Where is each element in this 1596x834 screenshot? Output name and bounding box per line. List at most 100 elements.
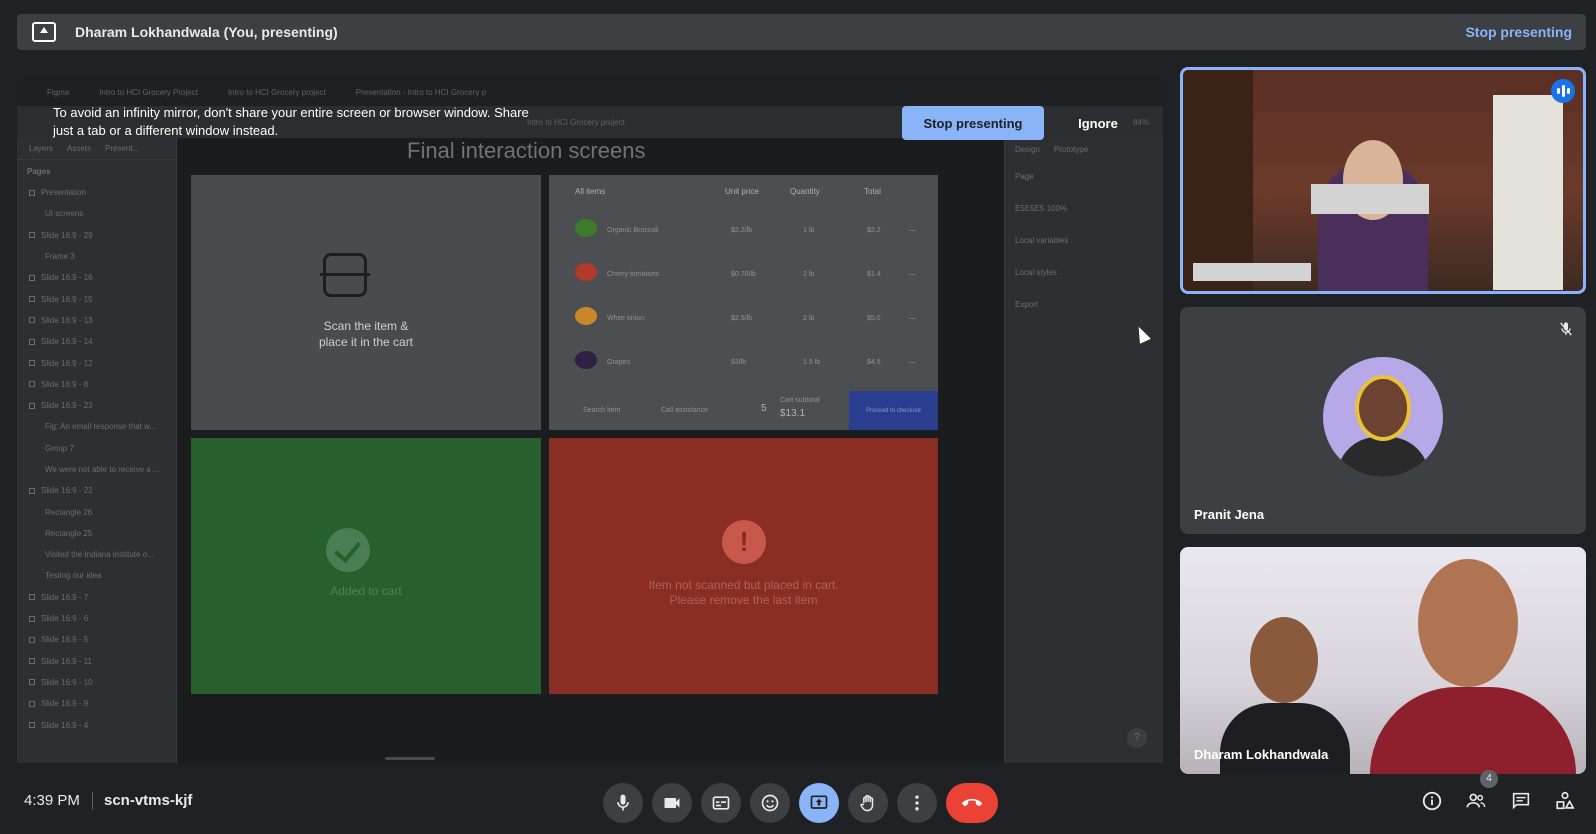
produce-icon	[575, 307, 597, 325]
row-menu-icon: —	[909, 227, 916, 234]
end-call-icon	[962, 798, 982, 807]
tab-present: Present...	[105, 144, 140, 153]
speaking-bar	[1566, 88, 1570, 94]
people-button[interactable]	[1463, 788, 1489, 814]
tab-assets: Assets	[67, 144, 92, 153]
microphone-button[interactable]	[603, 783, 643, 823]
frame-icon	[29, 636, 35, 643]
door-background	[1493, 95, 1563, 290]
col-header-unit-price: Unit price	[725, 187, 759, 196]
layer-item-label: Slide 16:9 - 10	[41, 677, 93, 687]
produce-icon	[575, 351, 597, 369]
frame-icon	[29, 487, 35, 494]
cart-subtotal: $13.1	[780, 408, 806, 419]
frame-icon	[29, 189, 35, 196]
person-face	[1250, 617, 1318, 703]
row-menu-icon: —	[909, 271, 916, 278]
leave-call-button[interactable]	[946, 783, 998, 823]
frame-icon	[29, 722, 35, 729]
layer-item: Group 7	[17, 438, 176, 459]
design-panel-row: Page	[1015, 171, 1034, 181]
frame-icon	[29, 338, 35, 345]
layer-item-label: Slide 16:9 - 15	[41, 294, 93, 304]
row-menu-icon: —	[909, 359, 916, 366]
layer-item-label: Testing our idea	[45, 571, 102, 581]
participant-tile-self[interactable]: Dharam Lokhandwala	[1180, 547, 1586, 774]
layer-item-label: Slide 16:9 - 29	[41, 230, 93, 240]
layer-item-label: Slide 16:9 - 9	[41, 699, 89, 709]
avatar-head	[1359, 379, 1407, 437]
layer-item: Slide 16:9 - 11	[17, 651, 176, 672]
layer-item-label: Slide 16:9 - 13	[41, 315, 93, 325]
produce-icon	[575, 263, 597, 281]
scan-screen-card: Scan the item & place it in the cart	[191, 175, 541, 430]
stop-presenting-link[interactable]: Stop presenting	[1465, 24, 1572, 40]
layer-list: Presentation UI screens Slide 16:9 - 29 Fra…	[17, 182, 176, 736]
layer-item: Slide 16:9 - 9	[17, 693, 176, 714]
error-text-line: Please remove the last item	[669, 593, 818, 607]
cart-cell-total: $5.0	[867, 315, 881, 322]
warning-stop-presenting-button[interactable]: Stop presenting	[902, 106, 1044, 140]
cart-row: Grapes $3/lb 1.5 lb $4.5 —	[549, 343, 938, 387]
meeting-details-button[interactable]	[1419, 788, 1445, 814]
layer-item: Slide 16:9 - 8	[17, 374, 176, 395]
present-screen-icon	[810, 795, 828, 809]
frame-icon	[29, 679, 35, 686]
layer-item: Slide 16:9 - 5	[17, 629, 176, 650]
reactions-button[interactable]	[750, 783, 790, 823]
added-to-cart-text: Added to cart	[330, 584, 402, 598]
layer-item-label: We were not able to receive a ...	[45, 465, 160, 474]
avatar-body	[1337, 437, 1429, 477]
frame-icon	[29, 402, 35, 409]
scan-instruction-line: Scan the item &	[323, 319, 409, 333]
layer-item: Slide 16:9 - 22	[17, 480, 176, 501]
error-card: ! Item not scanned but placed in cart. P…	[549, 438, 938, 694]
present-screen-button[interactable]	[799, 783, 839, 823]
chat-button[interactable]	[1508, 788, 1534, 814]
avatar	[1323, 357, 1443, 477]
layer-item: UI screens	[17, 203, 176, 224]
frame-title: Final interaction screens	[407, 138, 646, 163]
cart-row: Organic Broccoli $2.2/lb 1 lb $2.2 —	[549, 211, 938, 255]
more-options-button[interactable]	[897, 783, 937, 823]
layer-item: Testing our idea	[17, 565, 176, 586]
proceed-to-checkout: Proceed to checkout	[849, 391, 938, 430]
cart-footer: Search item Call assistance 5 Cart subto…	[549, 391, 938, 430]
camera-icon	[664, 798, 680, 808]
layer-item-label: Visited the Indiana institute o...	[45, 550, 154, 560]
redaction-box	[1311, 184, 1429, 214]
design-panel: Design Prototype Page E5E5E5 100% Local …	[1004, 138, 1163, 763]
captions-icon	[712, 796, 730, 810]
error-text: Item not scanned but placed in cart. Ple…	[549, 578, 938, 608]
cart-cell-unit: $2.5/lb	[731, 315, 753, 322]
layer-item: Rectangle 26	[17, 501, 176, 522]
layer-item: Fig: An email response that w...	[17, 416, 176, 437]
design-panel-row: Local styles	[1015, 267, 1057, 277]
design-panel-row: Export	[1015, 299, 1039, 309]
row-menu-icon: —	[909, 315, 916, 322]
chat-icon	[1512, 792, 1530, 810]
meeting-code: scn-vtms-kjf	[104, 792, 193, 809]
canvas-scrollbar	[385, 757, 435, 760]
frame-icon	[29, 296, 35, 303]
participant-tile-speaking[interactable]	[1180, 67, 1586, 294]
cart-cell-total: $2.2	[867, 227, 881, 234]
cart-cell-qty: 2 lb	[803, 271, 815, 278]
browser-tab-strip: Figma Intro to HCI Grocery Project Intro…	[17, 78, 1163, 106]
frame-icon	[29, 381, 35, 388]
tab-design: Design	[1015, 144, 1040, 154]
cart-cell-qty: 1.5 lb	[803, 359, 821, 366]
frame-icon	[29, 594, 35, 601]
activities-button[interactable]	[1552, 788, 1578, 814]
raise-hand-button[interactable]	[848, 783, 888, 823]
frame-icon	[29, 615, 35, 622]
participant-name: Dharam Lokhandwala	[1194, 747, 1329, 762]
info-icon	[1422, 791, 1442, 811]
layer-item: Slide 16:9 - 6	[17, 608, 176, 629]
warning-ignore-button[interactable]: Ignore	[1070, 106, 1126, 140]
participant-tile-pranit[interactable]: Pranit Jena	[1180, 307, 1586, 534]
captions-button[interactable]	[701, 783, 741, 823]
camera-button[interactable]	[652, 783, 692, 823]
browser-tab: Figma	[47, 87, 70, 97]
cart-subtotal-label: Cart subtotal	[780, 397, 820, 404]
